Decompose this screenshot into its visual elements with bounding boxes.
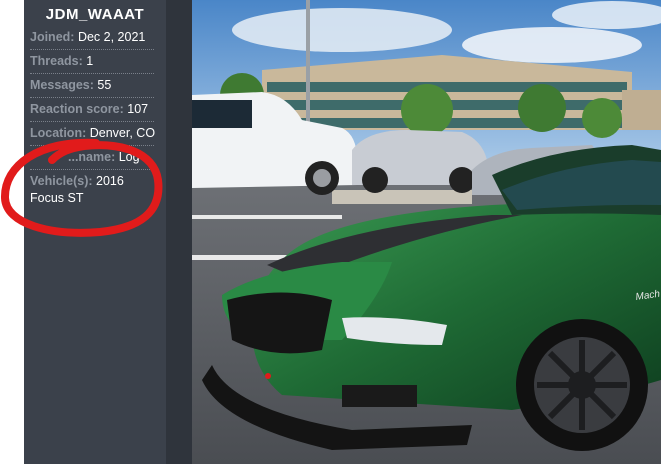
user-info-sidebar: JDM_WAAAT Joined: Dec 2, 2021 Threads: 1…	[24, 0, 166, 464]
vehicle-label: Vehicle(s):	[30, 174, 93, 188]
divider	[30, 121, 154, 122]
car-photo: Mach 1	[192, 0, 661, 464]
messages-value[interactable]: 55	[97, 78, 111, 92]
first-name-value: Log	[118, 150, 140, 164]
divider	[30, 49, 154, 50]
divider	[30, 145, 154, 146]
vehicle-value-year: 2016	[96, 174, 124, 188]
sidebar-edge	[166, 0, 192, 464]
joined-label: Joined:	[30, 30, 75, 44]
location-value: Denver, CO	[89, 126, 156, 140]
threads-label: Threads:	[30, 54, 83, 68]
vehicle-value-model: Focus ST	[30, 191, 84, 205]
divider	[30, 73, 154, 74]
divider	[30, 97, 154, 98]
vehicle-row: Vehicle(s): 2016	[30, 174, 154, 188]
page-left-margin	[0, 0, 24, 464]
joined-row: Joined: Dec 2, 2021	[30, 30, 154, 44]
reaction-score-row: Reaction score: 107	[30, 102, 154, 116]
username-link[interactable]: JDM_WAAAT	[24, 6, 166, 23]
reaction-score-label: Reaction score:	[30, 102, 124, 116]
threads-value[interactable]: 1	[86, 54, 93, 68]
divider	[30, 169, 154, 170]
vehicle-row-continued: Focus ST	[30, 191, 154, 205]
joined-value: Dec 2, 2021	[77, 30, 146, 44]
first-name-label: ...name:	[68, 150, 116, 164]
car-photo-image: Mach 1	[192, 0, 661, 464]
messages-row: Messages: 55	[30, 78, 154, 92]
location-row: Location: Denver, CO	[30, 126, 156, 140]
threads-row: Threads: 1	[30, 54, 154, 68]
reaction-score-value[interactable]: 107	[127, 102, 148, 116]
messages-label: Messages:	[30, 78, 94, 92]
location-label: Location:	[30, 126, 87, 140]
